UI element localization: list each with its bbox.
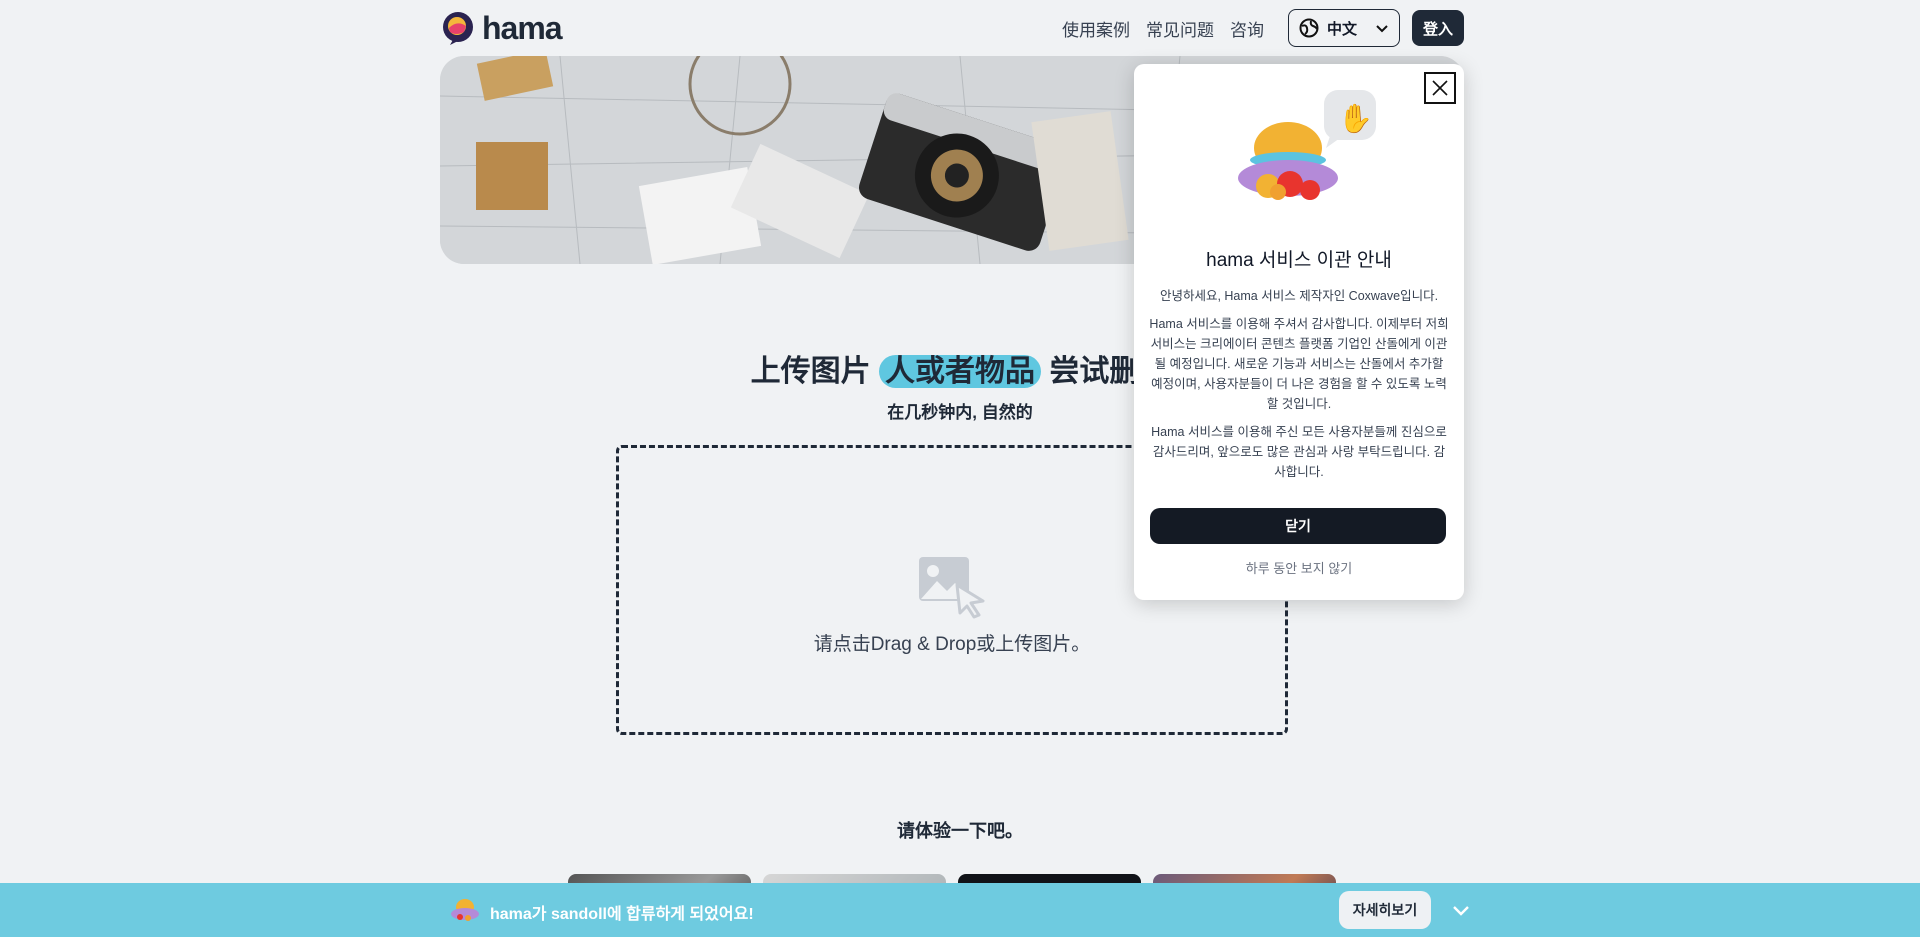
hama-logo-icon (443, 12, 473, 45)
modal-title: hama 서비스 이관 안내 (1206, 250, 1392, 271)
page-headline: 上传图片 人或者物品 尝试删除 (750, 355, 1170, 388)
chevron-down-icon[interactable] (1450, 899, 1472, 921)
login-button[interactable]: 登入 (1412, 10, 1464, 46)
announcement-bar: hama가 sandoll에 합류하게 되었어요! 자세히보기 (0, 883, 1920, 937)
headline-highlight: 人或者物品 (879, 355, 1041, 388)
modal-paragraph: Hama 서비스를 이용해 주셔서 감사합니다. 이제부터 저희 서비스는 크리… (1149, 317, 1449, 411)
modal-paragraph: Hama 서비스를 이용해 주신 모든 사용자분들께 진심으로 감사드리며, 앞… (1151, 425, 1447, 479)
dropzone-text: 请点击Drag & Drop或上传图片。 (813, 633, 1091, 655)
language-label: 中文 (1327, 20, 1358, 38)
modal-body: 안녕하세요, Hama 서비스 제작자인 Coxwave입니다. Hama 서비… (1148, 286, 1450, 490)
image-upload-icon (919, 556, 985, 618)
top-nav: 使用案例 常见问题 咨询 中文 登入 (1062, 9, 1464, 47)
globe-icon (1299, 18, 1319, 38)
language-select[interactable]: 中文 (1288, 9, 1400, 47)
nav-faq[interactable]: 常见问题 (1146, 16, 1214, 41)
service-transfer-modal: ✋ hama 서비스 이관 안내 안녕하세요, Hama 서비스 제작자인 Co… (1134, 64, 1464, 600)
svg-text:✋: ✋ (1338, 102, 1373, 135)
learn-more-button[interactable]: 자세히보기 (1339, 891, 1431, 929)
ufo-wave-illustration: ✋ (1238, 90, 1376, 200)
hide-for-a-day-link[interactable]: 하루 동안 보지 않기 (1134, 558, 1464, 577)
page-subline: 在几秒钟内, 自然的 (887, 403, 1033, 422)
logo-text: hama (482, 9, 563, 46)
modal-paragraph: 안녕하세요, Hama 서비스 제작자인 Coxwave입니다. (1159, 289, 1439, 303)
announcement-text: hama가 sandoll에 합류하게 되었어요! (490, 906, 754, 923)
try-samples-title: 请体验一下吧。 (897, 821, 1023, 841)
logo[interactable]: hama (440, 9, 563, 47)
close-icon (1432, 80, 1448, 96)
modal-close-button[interactable] (1424, 72, 1456, 104)
chevron-down-icon (1376, 25, 1388, 33)
modal-confirm-close-button[interactable]: 닫기 (1150, 508, 1446, 544)
header: hama 使用案例 常见问题 咨询 中文 登入 (440, 8, 1464, 48)
nav-use-cases[interactable]: 使用案例 (1062, 16, 1130, 41)
nav-contact[interactable]: 咨询 (1230, 16, 1264, 41)
ufo-icon (451, 899, 479, 921)
